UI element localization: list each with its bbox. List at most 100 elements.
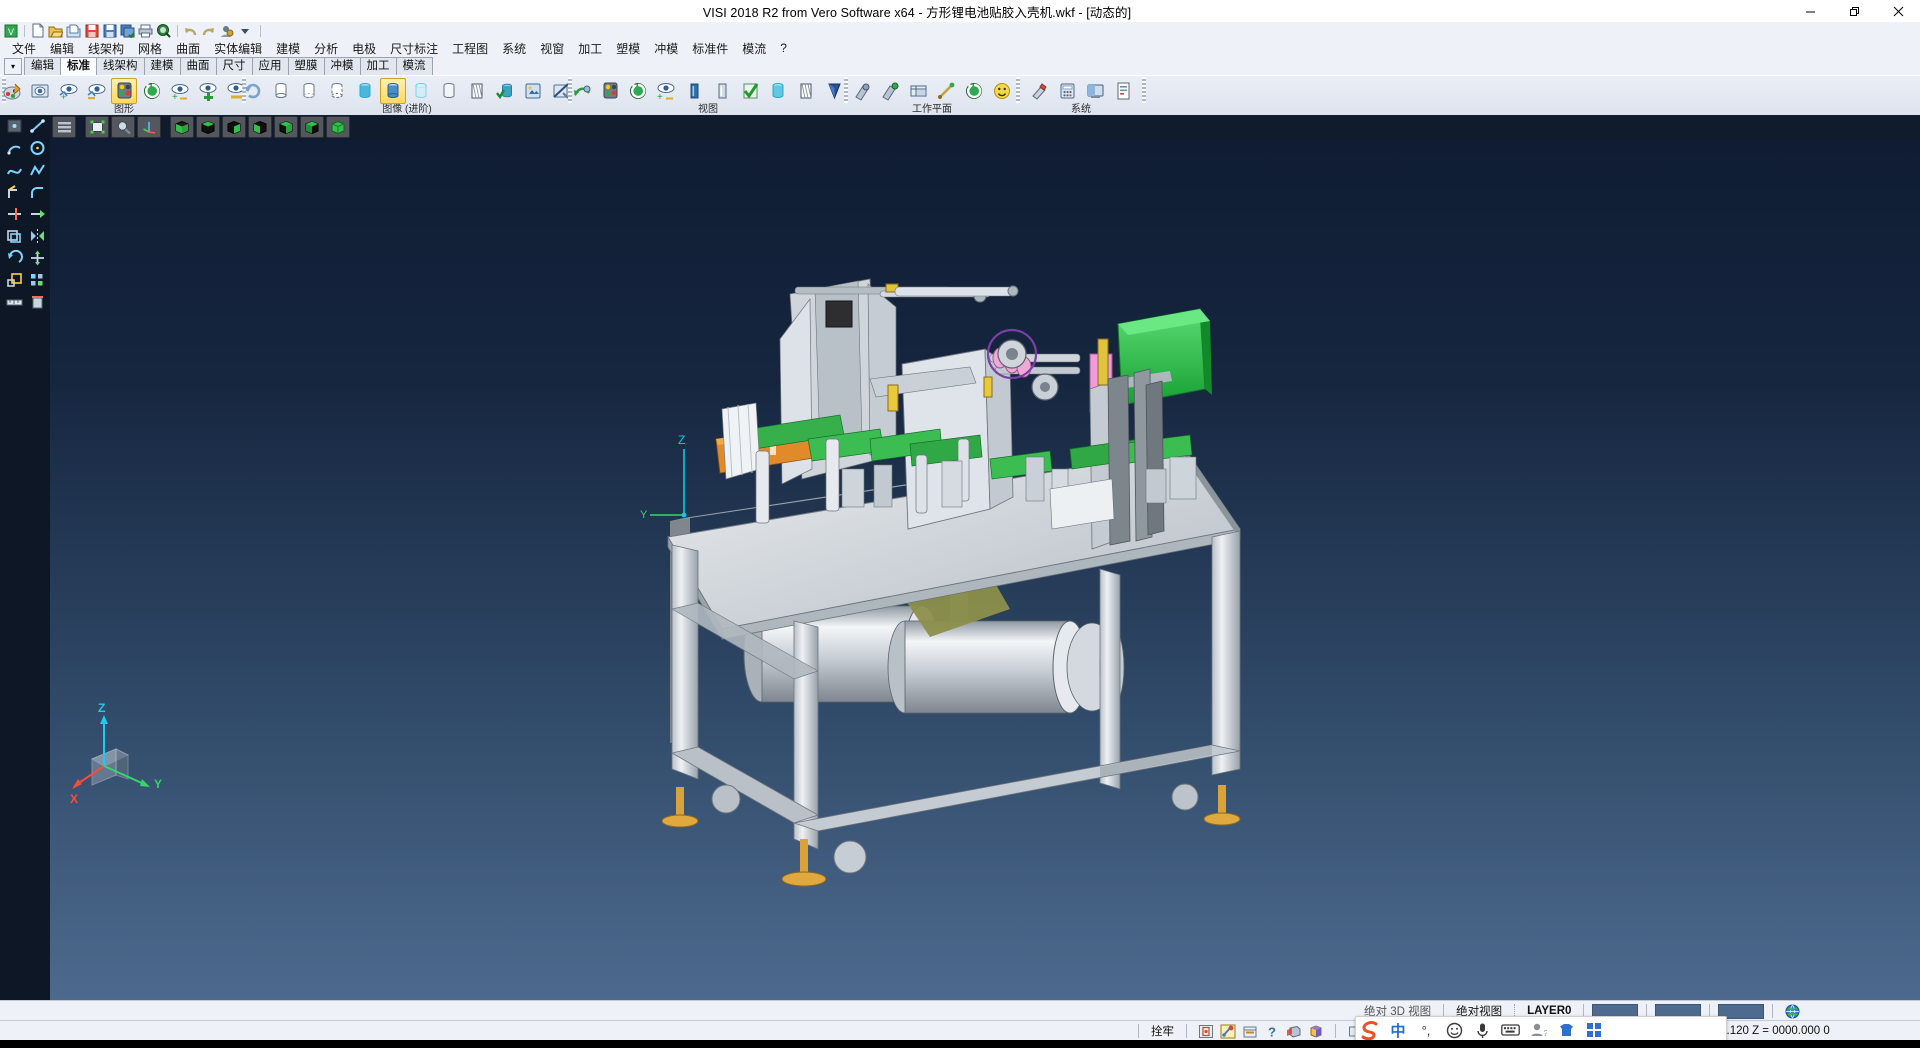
workplane-list-icon[interactable] [905, 78, 931, 104]
transparent-icon[interactable] [408, 78, 434, 104]
spline-tool-icon[interactable] [4, 160, 25, 180]
workplane-define-icon[interactable] [849, 78, 875, 104]
arc-tool-icon[interactable] [4, 138, 25, 158]
view-top-icon[interactable] [196, 116, 220, 138]
menu-item-mesh[interactable]: 网格 [131, 39, 169, 58]
fillet-tool-icon[interactable] [27, 182, 48, 202]
hide-entities-icon[interactable] [83, 78, 109, 104]
open-file-icon[interactable] [47, 23, 64, 39]
shaded-icon[interactable] [352, 78, 378, 104]
redo-icon[interactable] [200, 23, 217, 39]
ime-emoji-icon[interactable] [1440, 1018, 1468, 1042]
tab-dimension[interactable]: 尺寸 [216, 57, 253, 75]
print-preview-icon[interactable] [155, 23, 172, 39]
menu-item-progress[interactable]: 冲模 [647, 39, 685, 58]
image-settings-icon[interactable] [520, 78, 546, 104]
axis-view-icon[interactable] [137, 116, 161, 138]
new-file-icon[interactable] [29, 23, 46, 39]
view-fill-icon[interactable] [765, 78, 791, 104]
view-wire-icon[interactable] [793, 78, 819, 104]
tab-moldflow[interactable]: 模流 [396, 57, 433, 75]
zoom-glass-icon[interactable] [111, 116, 135, 138]
ribbon-dropdown-icon[interactable]: ▾ [4, 58, 22, 75]
view-layer2-icon[interactable] [709, 78, 735, 104]
menu-item-system[interactable]: 系统 [495, 39, 533, 58]
zoom-window-icon[interactable]: + [653, 78, 679, 104]
ime-punct-icon[interactable]: °, [1412, 1018, 1440, 1042]
help-question-icon[interactable]: ? [1262, 1022, 1282, 1040]
snap-solid-icon[interactable] [1306, 1022, 1326, 1040]
menu-item-flow[interactable]: 模流 [735, 39, 773, 58]
tab-surface[interactable]: 曲面 [180, 57, 217, 75]
traffic-light-icon[interactable] [111, 78, 137, 104]
chamfer-tool-icon[interactable] [4, 182, 25, 202]
menu-item-moldtool[interactable]: 塑模 [609, 39, 647, 58]
undo-icon[interactable] [182, 23, 199, 39]
scale-tool-icon[interactable] [4, 270, 25, 290]
ime-skin-icon[interactable] [1552, 1018, 1580, 1042]
screen-layout-icon[interactable] [1082, 78, 1108, 104]
view-layer1-icon[interactable] [681, 78, 707, 104]
view-right-icon[interactable] [222, 116, 246, 138]
show-entities-icon[interactable]: + [55, 78, 81, 104]
close-button[interactable] [1876, 0, 1920, 22]
menu-item-electrode[interactable]: 电极 [345, 39, 383, 58]
calculator-icon[interactable] [1054, 78, 1080, 104]
snap-grid-icon[interactable] [1196, 1022, 1216, 1040]
delete-tool-icon[interactable] [27, 292, 48, 312]
view-status-icon[interactable] [597, 78, 623, 104]
array-tool-icon[interactable] [27, 270, 48, 290]
color-palette-icon[interactable] [0, 78, 25, 104]
measure-tool-icon[interactable] [4, 292, 25, 312]
menu-item-analysis[interactable]: 分析 [307, 39, 345, 58]
ime-logo-icon[interactable] [1356, 1018, 1384, 1042]
customize-icon[interactable] [218, 23, 235, 39]
ime-apps-icon[interactable] [1580, 1018, 1608, 1042]
view-front-icon[interactable] [170, 116, 194, 138]
overflow-chevron-icon[interactable] [236, 23, 253, 39]
tab-moldfilm[interactable]: 塑膜 [288, 57, 325, 75]
menu-item-help[interactable]: ? [773, 40, 794, 56]
tab-press[interactable]: 冲模 [324, 57, 361, 75]
view-left-icon[interactable] [248, 116, 272, 138]
menu-item-solid-edit[interactable]: 实体编辑 [207, 39, 269, 58]
save-as-icon[interactable] [101, 23, 118, 39]
move-tool-icon[interactable] [27, 248, 48, 268]
menu-item-wireframe[interactable]: 线架构 [81, 39, 131, 58]
ime-user-icon[interactable]: ? [1524, 1018, 1552, 1042]
dynamic-view-icon[interactable] [569, 78, 595, 104]
line-tool-icon[interactable] [27, 116, 48, 136]
snap-magnet-icon[interactable] [1218, 1022, 1238, 1040]
refresh-view-icon[interactable] [139, 78, 165, 104]
ime-chinese-icon[interactable]: 中 [1384, 1018, 1412, 1042]
ime-keyboard-icon[interactable] [1496, 1018, 1524, 1042]
view-back-icon[interactable] [300, 116, 324, 138]
menu-item-machining[interactable]: 加工 [571, 39, 609, 58]
regenerate-icon[interactable] [240, 78, 266, 104]
tab-machining[interactable]: 加工 [360, 57, 397, 75]
restore-button[interactable] [1832, 0, 1876, 22]
snap-cube-icon[interactable] [1284, 1022, 1304, 1040]
menu-item-window[interactable]: 视窗 [533, 39, 571, 58]
menu-item-standard-parts[interactable]: 标准件 [685, 39, 735, 58]
polyline-tool-icon[interactable] [27, 160, 48, 180]
workplane-edit-icon[interactable] [877, 78, 903, 104]
menu-item-dimension[interactable]: 尺寸标注 [383, 39, 445, 58]
tab-apply[interactable]: 应用 [252, 57, 289, 75]
extend-tool-icon[interactable] [27, 204, 48, 224]
viewport-3d[interactable]: Z Y Z Y X [50, 139, 1920, 1000]
toolbar-grip[interactable] [1142, 77, 1146, 103]
offset-tool-icon[interactable] [4, 226, 25, 246]
workplane-origin-icon[interactable] [933, 78, 959, 104]
ime-voice-icon[interactable] [1468, 1018, 1496, 1042]
fit-screen-icon[interactable] [85, 116, 109, 138]
view-bottom-icon[interactable] [274, 116, 298, 138]
view-check-icon[interactable] [737, 78, 763, 104]
save-all-icon[interactable] [119, 23, 136, 39]
hidden-line-dashed-icon[interactable] [324, 78, 350, 104]
save-icon[interactable] [83, 23, 100, 39]
globe-icon[interactable] [1782, 1002, 1802, 1020]
menu-item-edit[interactable]: 编辑 [43, 39, 81, 58]
point-tool-icon[interactable] [4, 116, 25, 136]
print-icon[interactable] [137, 23, 154, 39]
